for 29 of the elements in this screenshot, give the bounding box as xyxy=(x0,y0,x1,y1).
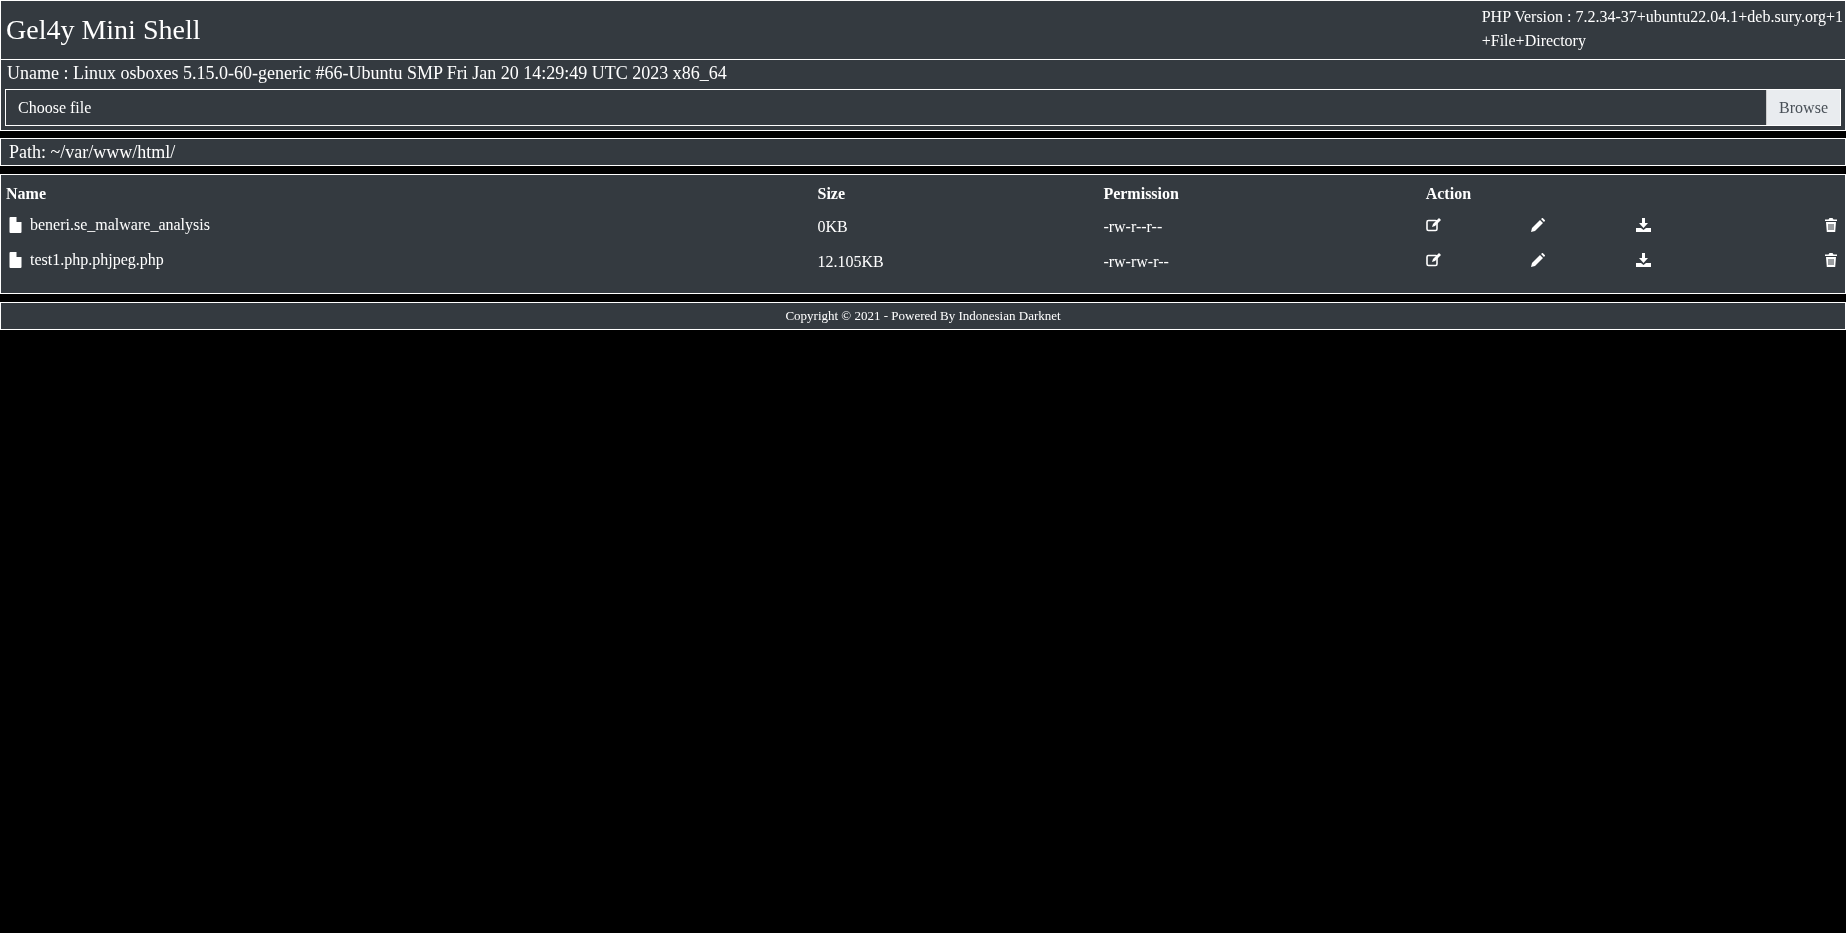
pencil-icon[interactable] xyxy=(1531,252,1546,267)
shell-title: Gel4y Mini Shell xyxy=(5,13,202,47)
download-icon[interactable] xyxy=(1636,217,1652,232)
table-cell-text: 12.105KB xyxy=(816,251,885,272)
php-version: PHP Version : 7.2.34-37+ubuntu22.04.1+deb.sury.org+1 xyxy=(1481,7,1843,28)
trash-icon[interactable] xyxy=(1825,252,1837,267)
file-name-link[interactable]: test1.php.phjpeg.php xyxy=(30,251,164,269)
edit-icon[interactable] xyxy=(1425,252,1442,267)
pencil-icon[interactable] xyxy=(1531,217,1546,232)
uname-text: Uname : Linux osboxes 5.15.0-60-generic #66-Ubuntu SMP Fri Jan 20 14:29:49 UTC 2023 x86_64 xyxy=(6,62,728,85)
path-text: Path: ~/var/www/html/ xyxy=(0,138,1846,166)
column-header: Size xyxy=(816,184,847,204)
file-icon xyxy=(9,217,22,233)
column-header: Action xyxy=(1424,184,1473,204)
file-name-link[interactable]: beneri.se_malware_analysis xyxy=(30,216,210,234)
table-cell-text: 0KB xyxy=(816,216,849,237)
table-cell-text: -rw-rw-r-- xyxy=(1102,251,1170,272)
edit-icon[interactable] xyxy=(1425,217,1442,232)
column-header: Permission xyxy=(1102,184,1180,204)
trash-icon[interactable] xyxy=(1825,217,1837,232)
file-directory-link[interactable]: +File+Directory xyxy=(1481,29,1843,53)
browse-button[interactable]: Browse xyxy=(1766,90,1840,125)
file-icon xyxy=(9,252,22,268)
download-icon[interactable] xyxy=(1636,252,1652,267)
file-placeholder: Choose file xyxy=(17,98,92,117)
copyright-text: Copyright © 2021 - Powered By Indonesian Darknet xyxy=(0,302,1846,330)
file-input[interactable]: Choose file Browse xyxy=(5,89,1841,126)
table-cell-text: -rw-r--r-- xyxy=(1102,216,1164,237)
column-header: Name xyxy=(5,184,47,204)
